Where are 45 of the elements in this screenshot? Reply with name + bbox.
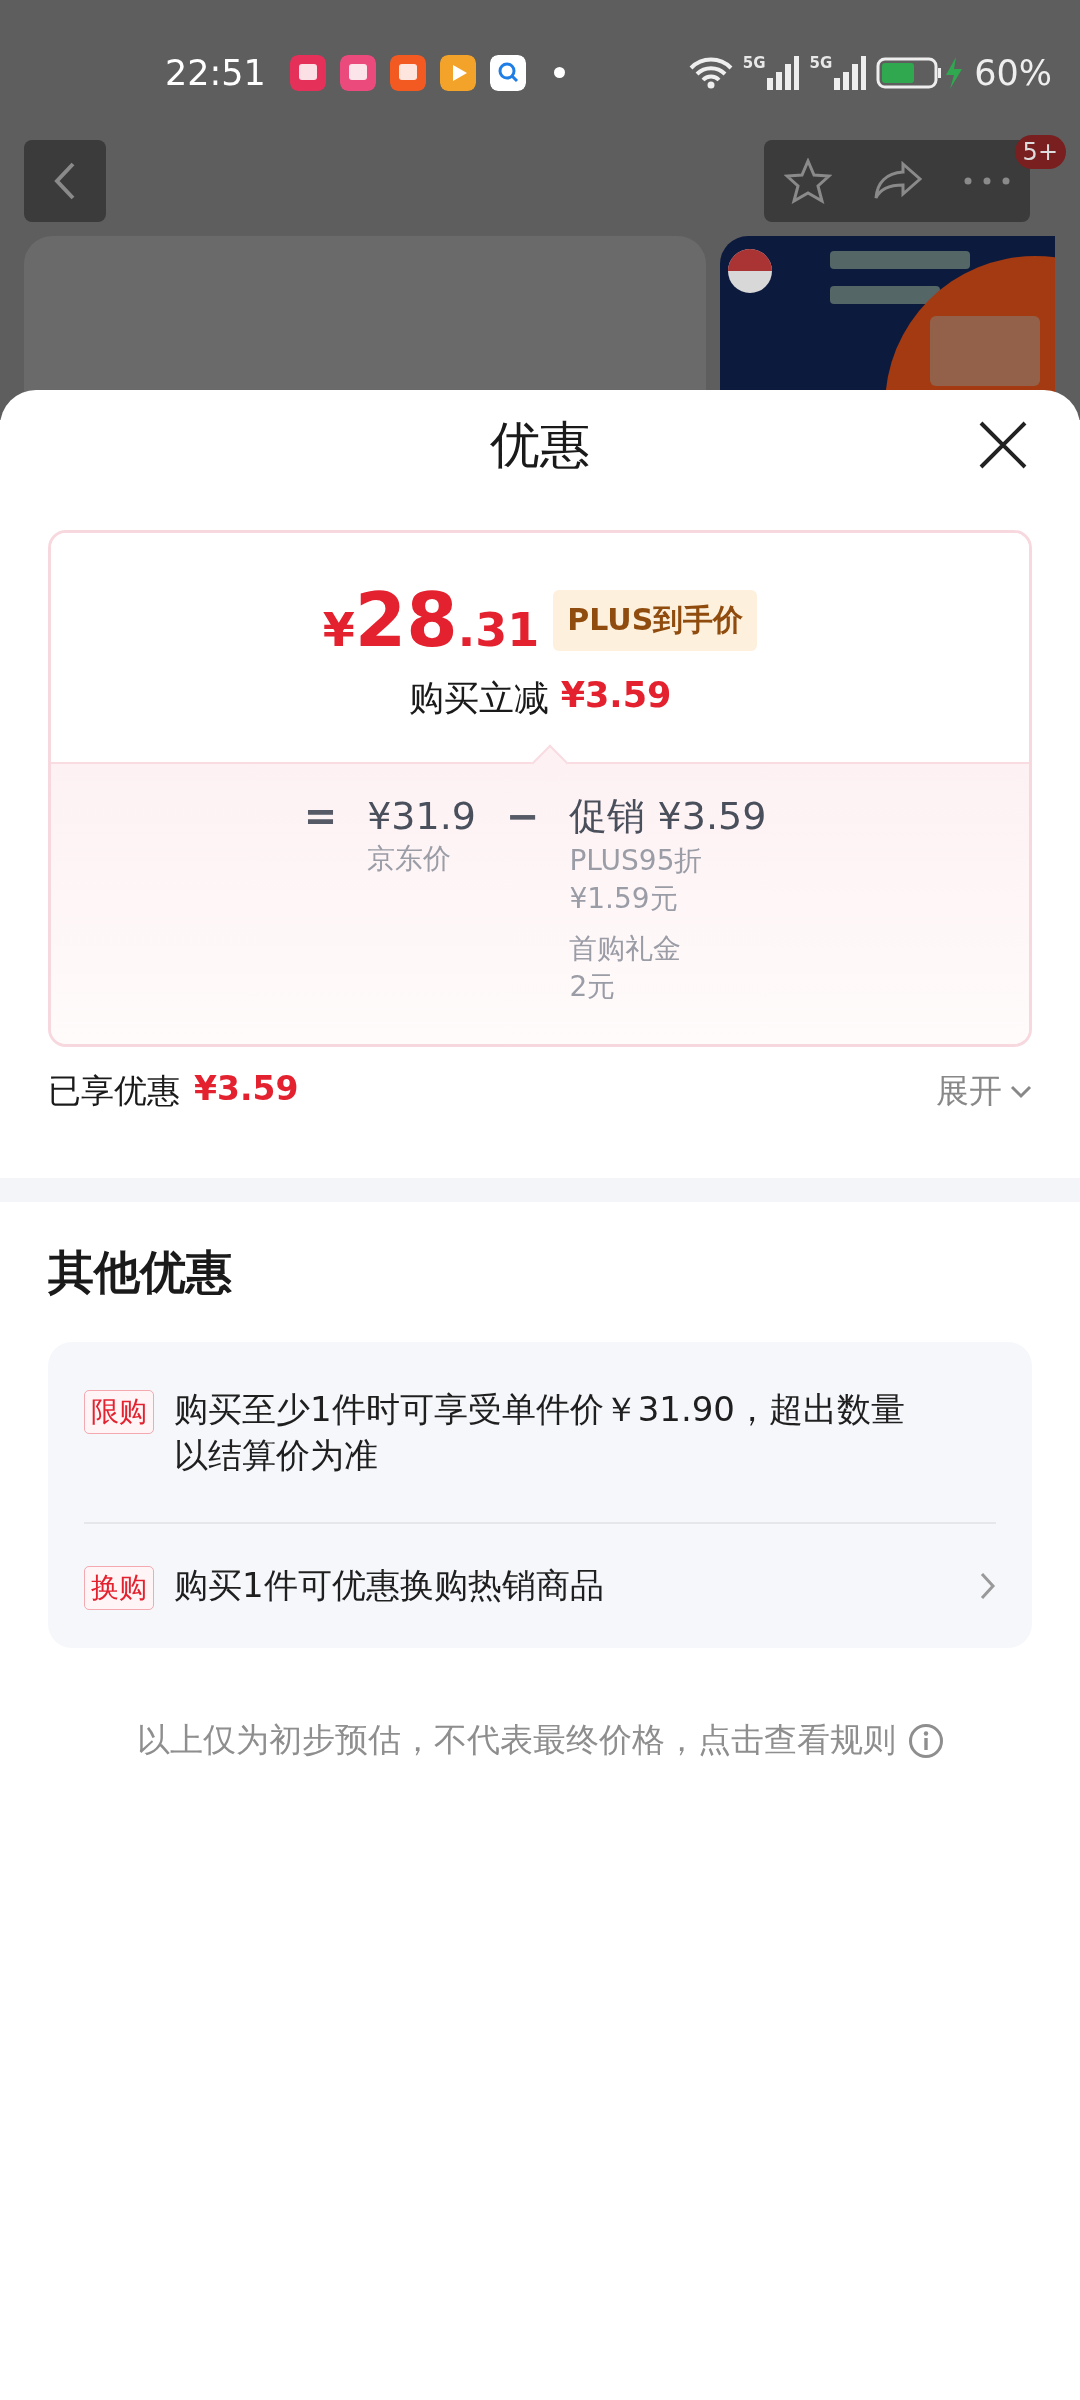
enjoyed-label: 已享优惠 (48, 1070, 180, 1112)
signal-icon (834, 55, 867, 90)
enjoyed-amount: ¥3.59 (194, 1069, 299, 1110)
discount-amount: ¥3.59 (560, 675, 672, 717)
base-price-label: 京东价 (367, 841, 453, 877)
disclaimer-link[interactable]: 以上仅为初步预估，不代表最终价格，点击查看规则 (136, 1718, 896, 1763)
section-title: 其他优惠 (47, 1244, 233, 1301)
final-price: ¥28.31 (322, 583, 540, 657)
back-button[interactable] (24, 140, 106, 222)
sheet-title: 优惠 (490, 414, 590, 476)
offer-tag: 换购 (84, 1566, 154, 1610)
info-icon[interactable] (907, 1722, 944, 1759)
chevron-down-icon (1010, 1084, 1032, 1099)
minus-sign: − (505, 792, 540, 840)
base-price: ¥31.9 (367, 793, 476, 840)
promo-value: 2元 (569, 969, 617, 1005)
expand-button[interactable]: 展开 (936, 1069, 1032, 1114)
share-icon[interactable] (873, 161, 923, 201)
promo-name: 首购礼金 (569, 931, 683, 967)
network-type-label: 5G (742, 55, 766, 71)
promo-total: 促销 ¥3.59 (569, 793, 767, 840)
close-icon[interactable] (978, 420, 1028, 470)
network-type-label: 5G (809, 55, 833, 71)
app-notification-icon (439, 54, 476, 91)
offer-text: 购买至少1件时可享受单件价￥31.90，超出数量以结算价为准 (174, 1388, 906, 1477)
chevron-right-icon[interactable] (980, 1572, 996, 1600)
message-count-badge: 5+ (1014, 135, 1066, 169)
offer-tag: 限购 (84, 1390, 154, 1434)
price-tag: PLUS到手价 (553, 589, 758, 651)
app-notification-icon (489, 54, 526, 91)
app-notification-icon (339, 54, 376, 91)
discount-label: 购买立减 (408, 677, 549, 720)
offer-text[interactable]: 购买1件可优惠换购热销商品 (174, 1562, 960, 1608)
favorite-star-icon[interactable] (784, 158, 833, 204)
signal-icon (767, 55, 800, 90)
wifi-icon (688, 55, 733, 90)
app-notification-icon (389, 54, 426, 91)
more-notifications-icon (553, 67, 565, 78)
app-notification-icon (289, 54, 326, 91)
promo-value: ¥1.59元 (569, 881, 679, 917)
status-time: 22:51 (165, 52, 266, 93)
equals-sign: = (303, 792, 338, 840)
battery-percentage: 60% (974, 52, 1052, 93)
promo-name: PLUS95折 (569, 843, 704, 879)
more-icon[interactable] (963, 177, 1010, 185)
